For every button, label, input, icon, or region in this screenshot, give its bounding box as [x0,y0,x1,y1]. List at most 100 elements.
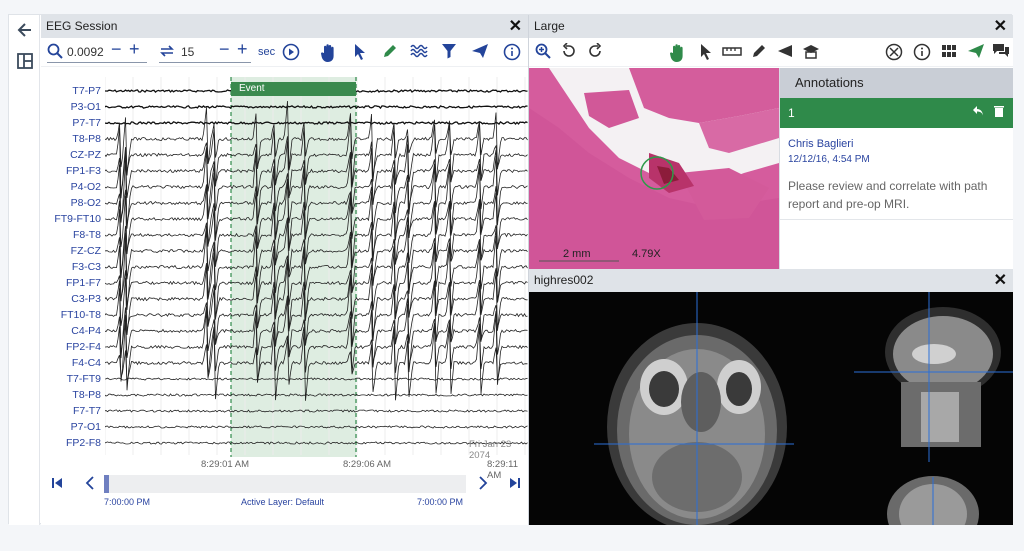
channel-label[interactable]: FP1-F7 [41,277,101,289]
rotate-right-icon[interactable] [587,42,603,63]
channel-label[interactable]: T8-P8 [41,389,101,401]
hand-icon[interactable] [669,43,687,67]
channel-label[interactable]: F3-C3 [41,261,101,273]
annotation-date: 12/12/16, 4:54 PM [788,154,870,165]
channel-label[interactable]: F4-C4 [41,357,101,369]
channel-label[interactable]: P7-T7 [41,117,101,129]
duration-minus-button[interactable]: − [219,40,230,58]
eeg-title: EEG Session [46,19,118,33]
left-rail [9,15,40,525]
wave-filter-icon[interactable] [410,43,428,63]
timestamp-overlay: Fri Jan 23 2074 [469,439,512,461]
annotation-item[interactable]: 1 [780,98,1013,128]
channel-label[interactable]: P8-O2 [41,197,101,209]
pathology-close-button[interactable]: ✕ [994,15,1007,38]
eeg-trace-plot[interactable] [105,77,528,457]
next-page-icon[interactable] [478,476,488,493]
pencil-icon[interactable] [751,43,767,63]
annotations-header: Annotations [780,68,1013,98]
pathology-slide-image[interactable] [529,68,779,269]
channel-label[interactable]: P7-O1 [41,421,101,433]
pathology-titlebar: Large ✕ [529,15,1013,38]
hand-icon[interactable] [320,43,338,67]
filter-icon[interactable] [441,43,457,63]
annotations-panel: Annotations 1 Chris Baglieri 12/12/16, 4… [779,68,1013,269]
eeg-close-button[interactable]: ✕ [509,15,522,38]
zoom-underline [47,62,147,63]
timeline-handle[interactable] [104,475,109,493]
layout-icon[interactable] [15,53,35,73]
time-tick-3: 8:29:11 AM [487,459,518,481]
last-page-icon[interactable] [509,477,521,492]
graduation-cap-icon[interactable] [802,43,820,65]
channel-label[interactable]: C4-P4 [41,325,101,337]
channel-label[interactable]: F8-T8 [41,229,101,241]
annotation-divider [780,219,1013,220]
pathology-toolbar [529,38,1013,67]
scale-text: 2 mm [563,248,591,260]
zoom-text: 4.79X [632,248,661,260]
timeline-track[interactable] [104,475,466,493]
arrow-left-icon[interactable] [15,21,35,41]
channel-label[interactable]: T7-P7 [41,85,101,97]
grid-icon[interactable] [941,43,957,63]
duration-plus-button[interactable]: + [237,40,248,58]
time-tick-2: 8:29:06 AM [343,459,392,470]
channel-label[interactable]: C3-P3 [41,293,101,305]
annotation-author[interactable]: Chris Baglieri [788,138,853,150]
channel-label[interactable]: CZ-PZ [41,149,101,161]
channel-label[interactable]: F7-T7 [41,405,101,417]
hide-annotations-icon[interactable] [885,43,903,65]
pencil-icon[interactable] [382,43,398,63]
annotation-number: 1 [788,106,795,120]
info-icon[interactable] [503,43,521,65]
duration-value[interactable]: 15 [181,44,194,60]
zoom-in-icon[interactable] [535,43,551,63]
timeline-start: 7:00:00 PM [104,497,151,507]
active-layer: Active Layer: Default [241,497,325,507]
channel-label[interactable]: FP2-F4 [41,341,101,353]
mri-image-view[interactable] [529,292,1013,525]
event-label: Event [239,83,265,94]
duration-underline [159,62,251,63]
send-icon[interactable] [471,43,489,63]
pointer-icon[interactable] [699,43,713,65]
app-window: EEG Session ✕ 0.0092 − + 15 − + sec T7-P… [8,14,1013,525]
zoom-value[interactable]: 0.0092 [67,44,104,60]
send-icon[interactable] [967,43,985,63]
channel-label[interactable]: FT9-FT10 [41,213,101,225]
zoom-plus-button[interactable]: + [129,40,140,58]
mri-close-button[interactable]: ✕ [994,269,1007,292]
mri-titlebar: highres002 ✕ [529,269,1013,292]
channel-label[interactable]: T8-P8 [41,133,101,145]
swap-icon [159,43,175,63]
channel-label[interactable]: FZ-CZ [41,245,101,257]
zoom-minus-button[interactable]: − [111,40,122,58]
play-icon[interactable] [282,43,300,65]
first-page-icon[interactable] [51,477,63,492]
channel-label[interactable]: FT10-T8 [41,309,101,321]
reply-icon[interactable] [972,98,984,128]
info-icon[interactable] [913,43,931,65]
channel-label[interactable]: FP1-F3 [41,165,101,177]
comments-icon[interactable] [992,43,1010,63]
mri-title: highres002 [534,273,594,287]
pointer-icon[interactable] [353,43,367,65]
pointer-arrow-icon[interactable] [777,43,793,63]
ruler-icon[interactable] [722,43,742,63]
channel-label[interactable]: P3-O1 [41,101,101,113]
eeg-titlebar: EEG Session ✕ [41,15,528,38]
eeg-panel: EEG Session ✕ 0.0092 − + 15 − + sec T7-P… [41,15,528,525]
pathology-panel: Large ✕ 2 mm 4.79X Annotations 1 Chris B… [528,15,1013,269]
zoom-icon [47,43,63,63]
channel-label[interactable]: T7-FT9 [41,373,101,385]
channel-label[interactable]: P4-O2 [41,181,101,193]
eeg-toolbar: 0.0092 − + 15 − + sec [41,38,528,67]
channel-label[interactable]: FP2-F8 [41,437,101,449]
duration-unit: sec [258,46,276,58]
annotation-text: Please review and correlate with path re… [788,179,988,211]
event-marker[interactable]: Event [231,82,356,96]
prev-page-icon[interactable] [85,476,95,493]
trash-icon[interactable] [994,98,1004,128]
rotate-left-icon[interactable] [561,42,577,63]
